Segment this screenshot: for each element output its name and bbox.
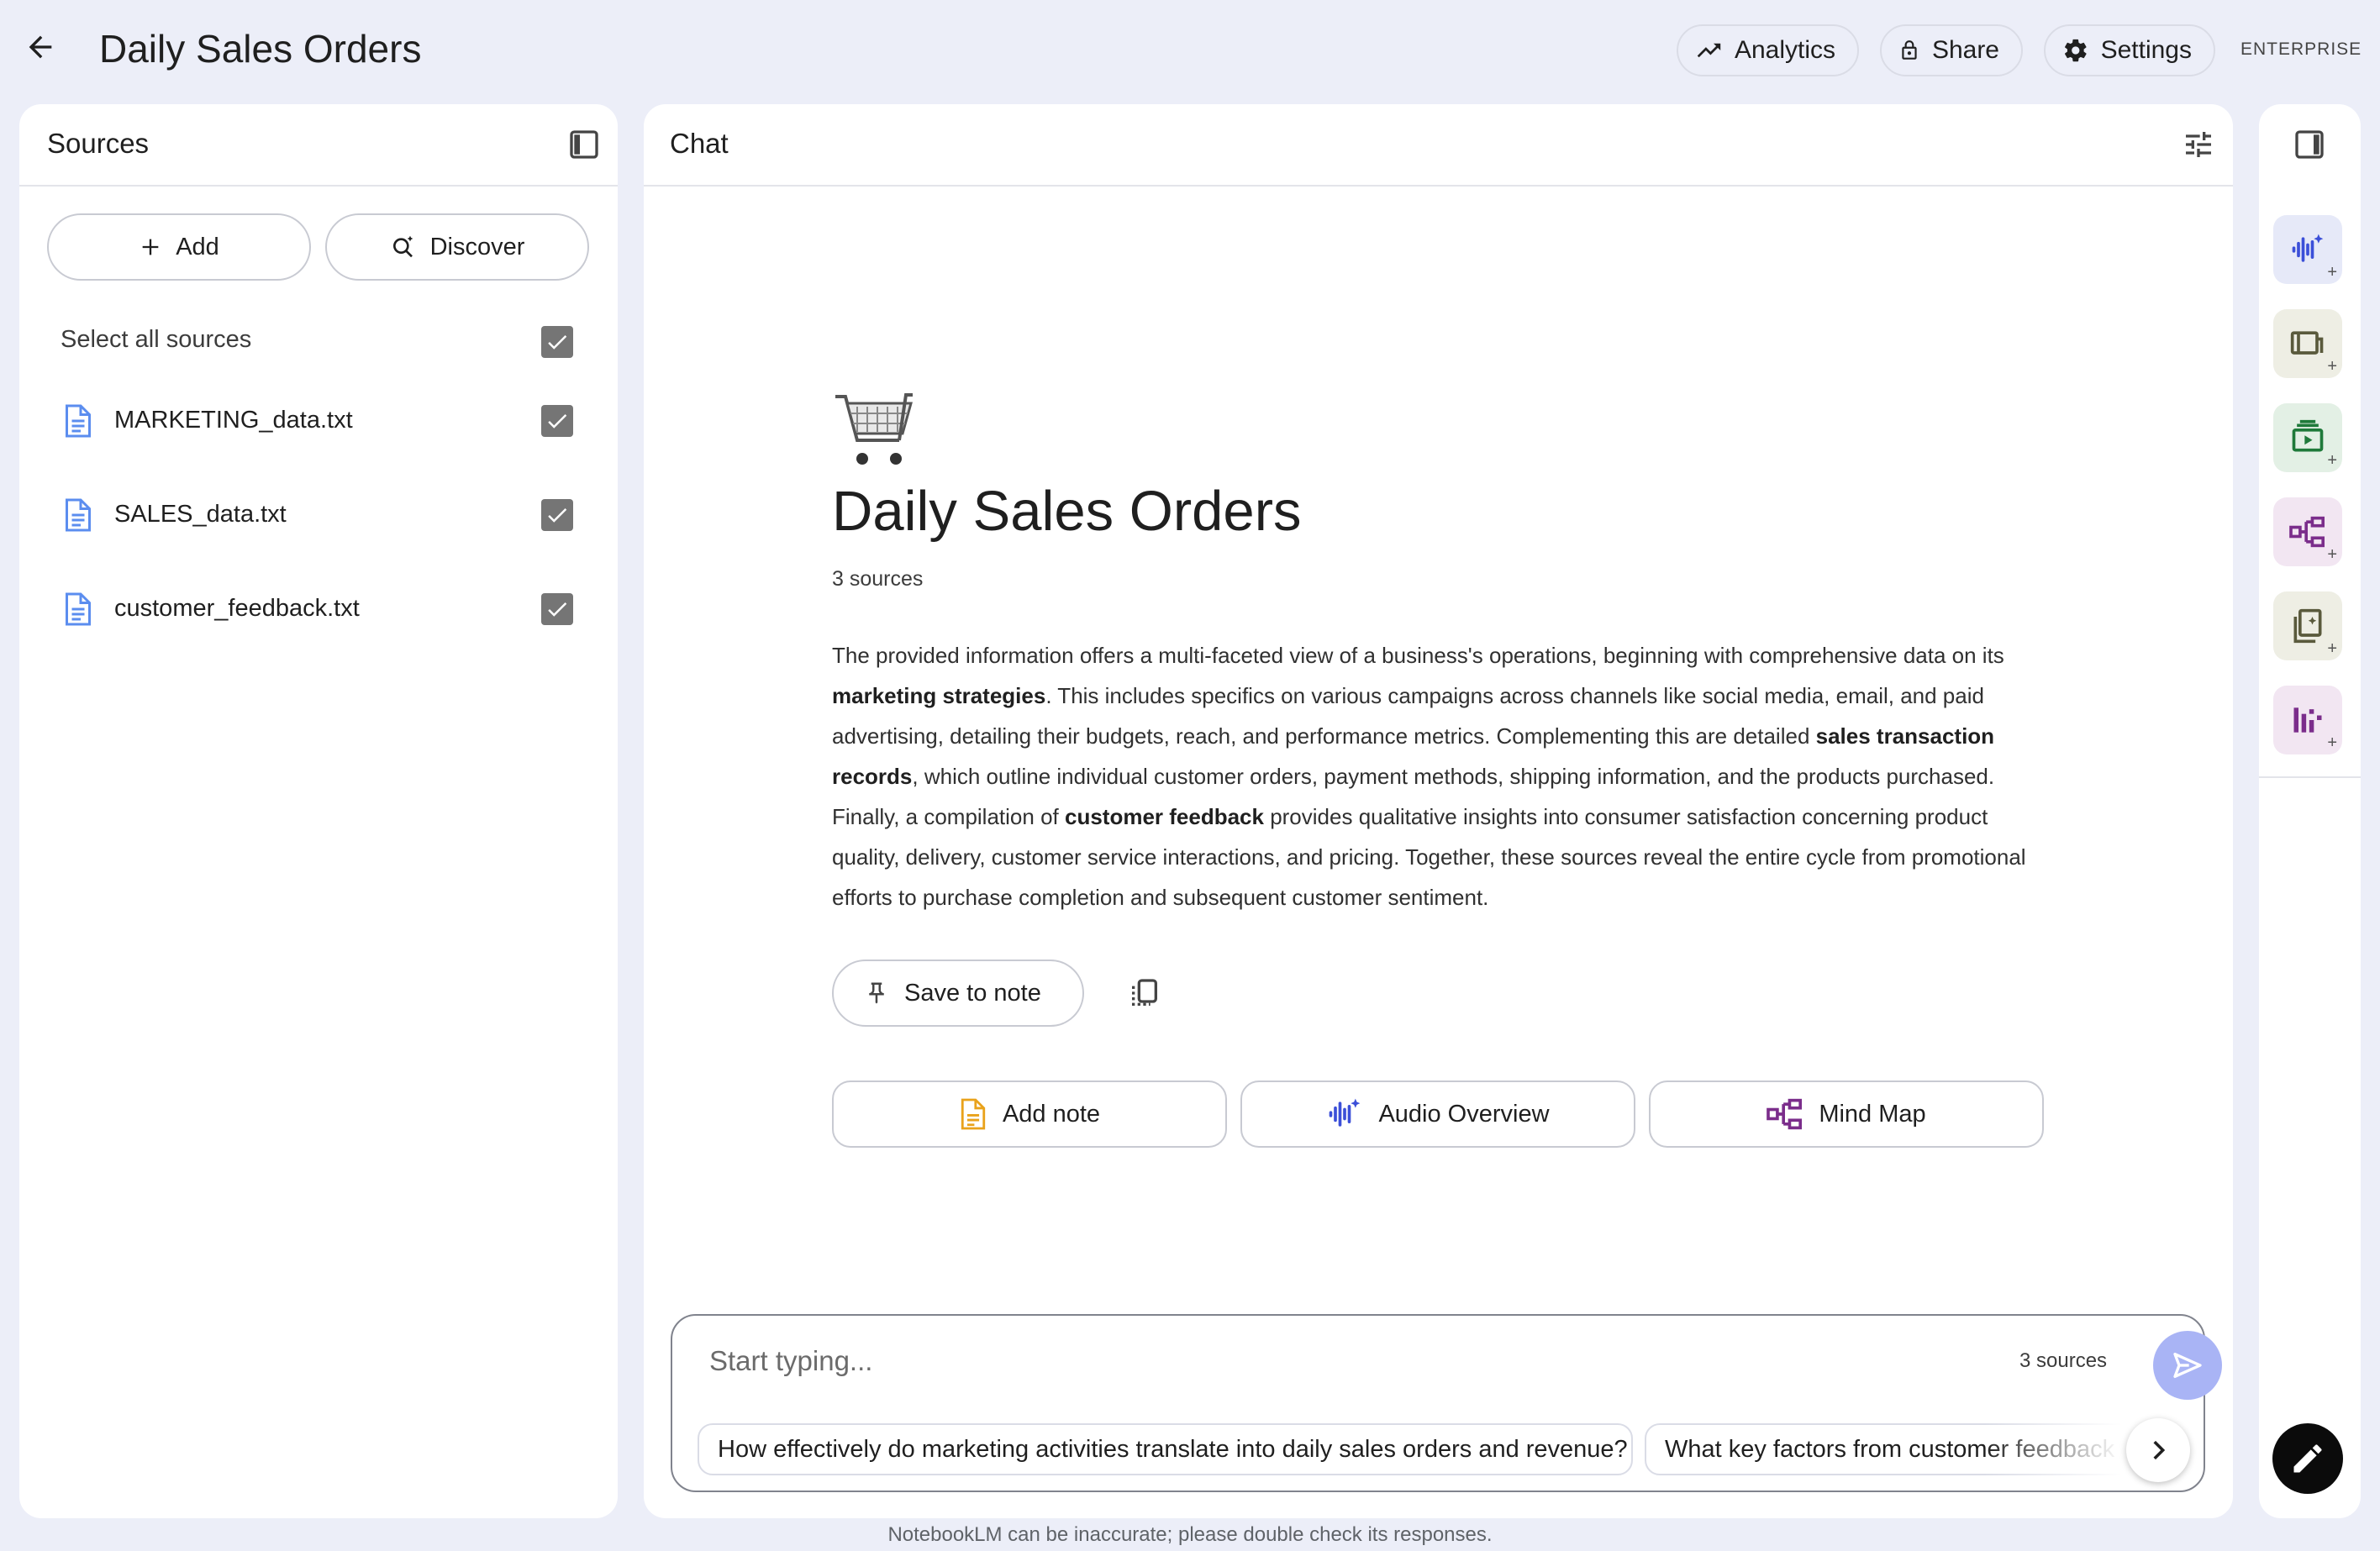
add-note-label: Add note xyxy=(1002,1100,1101,1128)
mind-map-label: Mind Map xyxy=(1819,1100,1926,1128)
note-icon xyxy=(961,1098,986,1130)
document-icon xyxy=(66,498,91,532)
source-item[interactable]: SALES_data.txt xyxy=(19,476,618,553)
expand-studio-button[interactable] xyxy=(2288,123,2331,166)
back-button[interactable] xyxy=(18,25,62,69)
plus-icon: + xyxy=(2327,545,2337,564)
mind-map-button[interactable]: Mind Map xyxy=(1649,1080,2044,1148)
flashcards-tile[interactable]: + xyxy=(2273,686,2342,754)
slides-icon xyxy=(2292,419,2324,452)
send-button[interactable] xyxy=(2153,1331,2222,1400)
plus-icon xyxy=(142,239,159,255)
chat-content: Daily Sales Orders 3 sources The provide… xyxy=(644,104,2233,1518)
copy-icon xyxy=(1132,979,1157,1006)
audio-wave-icon xyxy=(1330,1098,1361,1127)
audio-overview-icon xyxy=(2292,234,2324,262)
audio-overview-label: Audio Overview xyxy=(1378,1100,1550,1128)
sources-panel: Sources Add Discover Select all sources xyxy=(19,104,618,1518)
mind-map-icon xyxy=(1767,1098,1803,1130)
dock-right-icon xyxy=(2295,130,2324,159)
video-overview-icon xyxy=(2290,331,2324,355)
arrow-left-icon xyxy=(29,35,52,59)
mind-map-icon xyxy=(2289,516,2325,548)
disclaimer: NotebookLM can be inaccurate; please dou… xyxy=(887,1523,1493,1546)
top-bar: Daily Sales Orders Analytics Share Setti… xyxy=(0,0,2380,99)
settings-label: Settings xyxy=(2100,36,2192,64)
suggested-question[interactable]: How effectively do marketing activities … xyxy=(698,1423,1633,1475)
source-name: customer_feedback.txt xyxy=(114,595,360,622)
add-source-button[interactable]: Add xyxy=(47,213,311,281)
analytics-label: Analytics xyxy=(1734,36,1835,64)
document-icon xyxy=(66,404,91,438)
rail-divider xyxy=(2259,776,2361,778)
share-label: Share xyxy=(1931,36,1999,64)
check-icon xyxy=(548,414,567,428)
copy-button[interactable] xyxy=(1123,971,1166,1015)
pencil-icon xyxy=(2293,1444,2322,1473)
summary-bold: marketing strategies xyxy=(832,683,1046,708)
audio-overview-tile[interactable]: + xyxy=(2273,215,2342,284)
save-to-note-label: Save to note xyxy=(904,979,1041,1007)
summary-text: The provided information offers a multi-… xyxy=(832,643,2004,668)
collapse-sources-button[interactable] xyxy=(562,123,606,166)
discover-label: Discover xyxy=(429,233,525,260)
enterprise-badge: ENTERPRISE xyxy=(2240,39,2362,59)
chat-composer: 3 sources How effectively do marketing a… xyxy=(671,1314,2222,1492)
discover-sources-button[interactable]: Discover xyxy=(325,213,589,281)
audio-overview-button[interactable]: Audio Overview xyxy=(1240,1080,1635,1148)
shopping-cart-icon xyxy=(835,393,913,465)
slides-tile[interactable]: + xyxy=(2273,403,2342,472)
check-icon xyxy=(548,335,567,350)
plus-icon: + xyxy=(2327,357,2337,376)
reports-tile[interactable]: + xyxy=(2273,591,2342,660)
chevron-right-icon xyxy=(2153,1440,2166,1460)
studio-rail: + + + + + + xyxy=(2259,104,2361,1518)
source-item[interactable]: customer_feedback.txt xyxy=(19,570,618,647)
notebook-heading: Daily Sales Orders xyxy=(832,480,1302,543)
composer-source-count: 3 sources xyxy=(2019,1349,2108,1372)
chat-input[interactable] xyxy=(709,1338,1970,1385)
discover-search-icon xyxy=(392,235,413,258)
source-name: SALES_data.txt xyxy=(114,501,287,528)
plus-icon: + xyxy=(2327,451,2337,470)
select-all-label: Select all sources xyxy=(61,326,252,353)
settings-button[interactable]: Settings xyxy=(2044,24,2215,76)
add-note-button[interactable]: Add note xyxy=(832,1080,1227,1148)
add-note-fab[interactable] xyxy=(2272,1423,2343,1494)
flashcards-icon xyxy=(2293,707,2322,733)
pin-icon xyxy=(869,982,884,1004)
send-icon xyxy=(2173,1353,2202,1378)
share-button[interactable]: Share xyxy=(1880,24,2023,76)
source-checkbox[interactable] xyxy=(541,499,573,531)
analytics-button[interactable]: Analytics xyxy=(1677,24,1859,76)
plus-icon: + xyxy=(2327,733,2337,752)
reports-icon xyxy=(2293,608,2322,644)
sources-title: Sources xyxy=(47,128,150,159)
notebook-summary: The provided information offers a multi-… xyxy=(832,635,2051,917)
next-suggestions-button[interactable] xyxy=(2126,1418,2190,1482)
select-all-checkbox[interactable] xyxy=(541,326,573,358)
dock-left-icon xyxy=(570,130,598,159)
source-checkbox[interactable] xyxy=(541,593,573,625)
mind-map-tile[interactable]: + xyxy=(2273,497,2342,566)
source-checkbox[interactable] xyxy=(541,405,573,437)
lock-icon xyxy=(1902,40,1917,60)
check-icon xyxy=(548,508,567,523)
plus-icon: + xyxy=(2327,263,2337,281)
add-label: Add xyxy=(176,233,219,260)
check-icon xyxy=(548,602,567,617)
source-name: MARKETING_data.txt xyxy=(114,407,353,434)
save-to-note-button[interactable]: Save to note xyxy=(832,960,1084,1027)
document-icon xyxy=(66,592,91,626)
notebook-title[interactable]: Daily Sales Orders xyxy=(99,25,421,72)
chat-panel: Chat Daily Sales Orders 3 sources The pr… xyxy=(644,104,2233,1518)
sources-header: Sources xyxy=(19,104,618,187)
video-overview-tile[interactable]: + xyxy=(2273,309,2342,378)
plus-icon: + xyxy=(2327,639,2337,658)
summary-bold: customer feedback xyxy=(1064,804,1264,829)
source-item[interactable]: MARKETING_data.txt xyxy=(19,381,618,459)
trending-up-icon xyxy=(1697,43,1721,58)
source-count: 3 sources xyxy=(832,567,924,591)
gear-icon xyxy=(2064,39,2087,62)
